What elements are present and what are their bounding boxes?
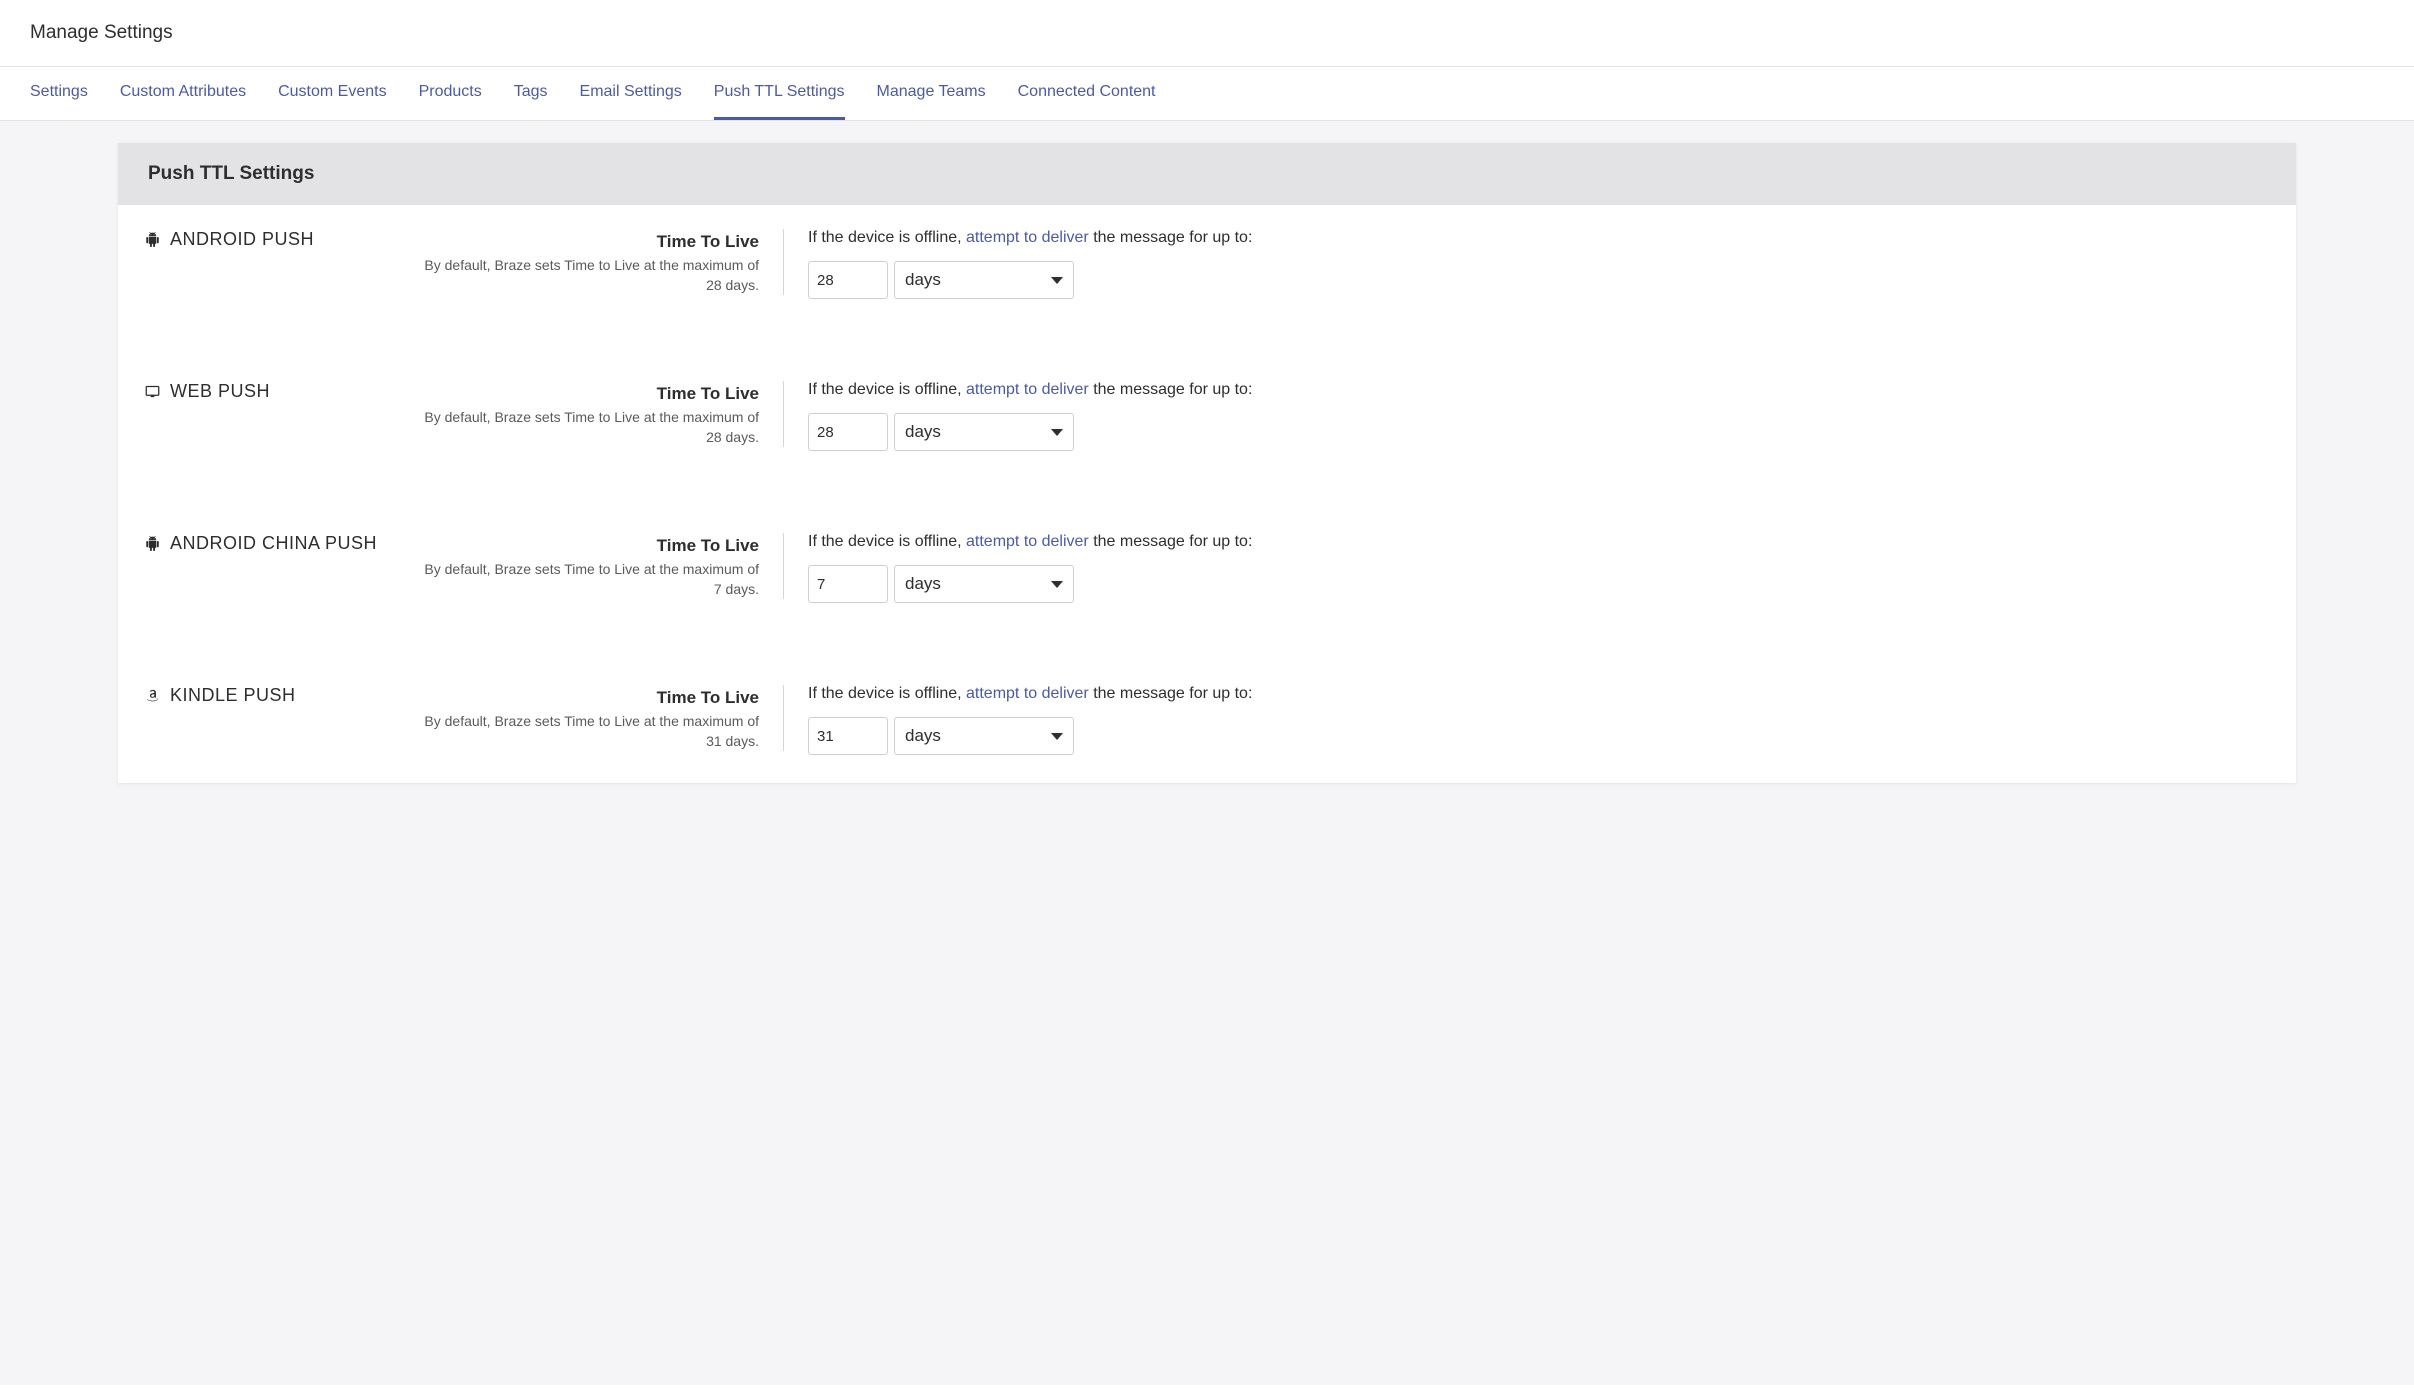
ttl-value-input[interactable]	[808, 413, 888, 451]
chevron-down-icon	[1051, 429, 1063, 436]
ttl-sentence: If the device is offline, attempt to del…	[808, 229, 2270, 247]
ttl-middle: Time To Live By default, Braze sets Time…	[414, 685, 784, 751]
controls: days	[808, 261, 2270, 299]
tab-connected-content[interactable]: Connected Content	[1018, 67, 1156, 120]
tabs-bar: Settings Custom Attributes Custom Events…	[0, 67, 2414, 121]
monitor-icon	[144, 384, 160, 400]
ttl-sentence: If the device is offline, attempt to del…	[808, 381, 2270, 399]
page-header: Manage Settings	[0, 0, 2414, 67]
unit-label: days	[905, 270, 941, 290]
sentence-prefix: If the device is offline,	[808, 229, 966, 246]
platform-label: ANDROID CHINA PUSH	[170, 533, 377, 554]
ttl-unit-select[interactable]: days	[894, 413, 1074, 451]
attempt-deliver-link[interactable]: attempt to deliver	[966, 533, 1089, 550]
chevron-down-icon	[1051, 581, 1063, 588]
tab-manage-teams[interactable]: Manage Teams	[877, 67, 986, 120]
ttl-middle: Time To Live By default, Braze sets Time…	[414, 381, 784, 447]
ttl-right: If the device is offline, attempt to del…	[784, 229, 2270, 299]
android-icon	[144, 232, 160, 248]
platform-label: WEB PUSH	[170, 381, 270, 402]
ttl-desc: By default, Braze sets Time to Live at t…	[414, 712, 759, 751]
ttl-desc: By default, Braze sets Time to Live at t…	[414, 408, 759, 447]
ttl-right: If the device is offline, attempt to del…	[784, 685, 2270, 755]
ttl-title: Time To Live	[414, 384, 759, 404]
ttl-left: WEB PUSH	[144, 381, 414, 402]
ttl-middle: Time To Live By default, Braze sets Time…	[414, 229, 784, 295]
sentence-prefix: If the device is offline,	[808, 381, 966, 398]
page-title: Manage Settings	[30, 22, 2384, 44]
ttl-unit-select[interactable]: days	[894, 261, 1074, 299]
ttl-sentence: If the device is offline, attempt to del…	[808, 685, 2270, 703]
ttl-row-kindle: KINDLE PUSH Time To Live By default, Bra…	[118, 661, 2296, 783]
controls: days	[808, 413, 2270, 451]
ttl-row-android: ANDROID PUSH Time To Live By default, Br…	[118, 205, 2296, 357]
ttl-row-android-china: ANDROID CHINA PUSH Time To Live By defau…	[118, 509, 2296, 661]
unit-label: days	[905, 422, 941, 442]
ttl-right: If the device is offline, attempt to del…	[784, 533, 2270, 603]
ttl-value-input[interactable]	[808, 565, 888, 603]
amazon-icon	[144, 688, 160, 704]
chevron-down-icon	[1051, 733, 1063, 740]
tab-custom-events[interactable]: Custom Events	[278, 67, 386, 120]
android-icon	[144, 536, 160, 552]
unit-label: days	[905, 574, 941, 594]
ttl-title: Time To Live	[414, 232, 759, 252]
settings-panel: Push TTL Settings ANDROID PUSH Time To L…	[118, 143, 2296, 783]
unit-label: days	[905, 726, 941, 746]
ttl-middle: Time To Live By default, Braze sets Time…	[414, 533, 784, 599]
sentence-prefix: If the device is offline,	[808, 533, 966, 550]
sentence-suffix: the message for up to:	[1089, 381, 1253, 398]
ttl-sentence: If the device is offline, attempt to del…	[808, 533, 2270, 551]
tab-settings[interactable]: Settings	[30, 67, 88, 120]
sentence-suffix: the message for up to:	[1089, 685, 1253, 702]
ttl-desc: By default, Braze sets Time to Live at t…	[414, 560, 759, 599]
ttl-title: Time To Live	[414, 536, 759, 556]
ttl-value-input[interactable]	[808, 717, 888, 755]
ttl-desc: By default, Braze sets Time to Live at t…	[414, 256, 759, 295]
sentence-prefix: If the device is offline,	[808, 685, 966, 702]
controls: days	[808, 717, 2270, 755]
sentence-suffix: the message for up to:	[1089, 533, 1253, 550]
attempt-deliver-link[interactable]: attempt to deliver	[966, 381, 1089, 398]
ttl-value-input[interactable]	[808, 261, 888, 299]
attempt-deliver-link[interactable]: attempt to deliver	[966, 229, 1089, 246]
ttl-row-web: WEB PUSH Time To Live By default, Braze …	[118, 357, 2296, 509]
chevron-down-icon	[1051, 277, 1063, 284]
sentence-suffix: the message for up to:	[1089, 229, 1253, 246]
attempt-deliver-link[interactable]: attempt to deliver	[966, 685, 1089, 702]
platform-label: KINDLE PUSH	[170, 685, 296, 706]
ttl-unit-select[interactable]: days	[894, 717, 1074, 755]
content-wrapper: Push TTL Settings ANDROID PUSH Time To L…	[0, 121, 2414, 1385]
ttl-title: Time To Live	[414, 688, 759, 708]
panel-header: Push TTL Settings	[118, 143, 2296, 205]
tab-tags[interactable]: Tags	[514, 67, 548, 120]
controls: days	[808, 565, 2270, 603]
ttl-right: If the device is offline, attempt to del…	[784, 381, 2270, 451]
ttl-left: KINDLE PUSH	[144, 685, 414, 706]
platform-label: ANDROID PUSH	[170, 229, 314, 250]
ttl-unit-select[interactable]: days	[894, 565, 1074, 603]
panel-header-title: Push TTL Settings	[148, 163, 2266, 185]
ttl-left: ANDROID PUSH	[144, 229, 414, 250]
tab-products[interactable]: Products	[419, 67, 482, 120]
tab-email-settings[interactable]: Email Settings	[580, 67, 682, 120]
tab-custom-attributes[interactable]: Custom Attributes	[120, 67, 246, 120]
tab-push-ttl-settings[interactable]: Push TTL Settings	[714, 67, 845, 120]
ttl-left: ANDROID CHINA PUSH	[144, 533, 414, 554]
